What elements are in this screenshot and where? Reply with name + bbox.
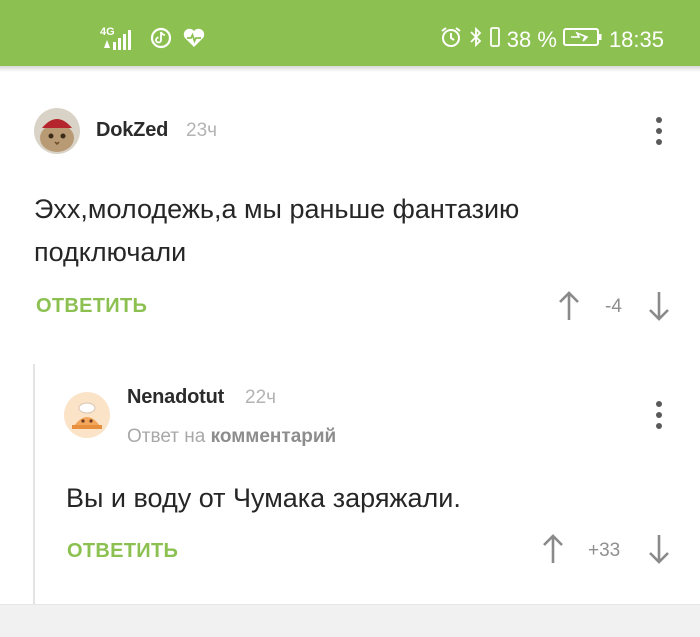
reply-to-line: Ответ на комментарий <box>127 426 336 448</box>
reply-prefix: Ответ на <box>127 426 206 447</box>
comment-time: 22ч <box>245 387 277 408</box>
reply-target-link[interactable]: комментарий <box>211 426 337 447</box>
avatar[interactable] <box>64 392 110 438</box>
comment-text-line: Вы и воду от Чумака заряжали. <box>66 483 461 513</box>
author-name[interactable]: Nenadotut <box>127 386 224 409</box>
arrow-up-icon[interactable] <box>541 533 565 570</box>
vote-score: +33 <box>588 540 621 561</box>
comment-reply: Nenadotut 22ч Ответ на комментарий Вы и … <box>0 0 700 604</box>
arrow-down-icon[interactable] <box>647 533 671 570</box>
more-vertical-icon[interactable] <box>654 401 664 434</box>
bottom-bar <box>0 604 700 637</box>
reply-button[interactable]: ОТВЕТИТЬ <box>67 540 178 563</box>
